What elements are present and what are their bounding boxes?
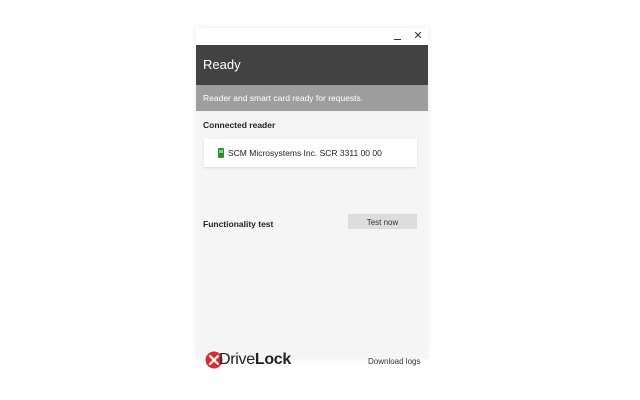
reader-card: SCM Microsystems Inc. SCR 3311 00 00 [204, 139, 417, 167]
minimize-button[interactable] [389, 28, 407, 45]
logo-text-drive: Drive [219, 351, 255, 368]
logo-text-lock: Lock [254, 351, 291, 368]
logo-wordmark: DriveLock [219, 350, 291, 370]
functionality-test-heading: Functionality test [203, 219, 274, 229]
title-bar: ✕ [196, 28, 428, 45]
status-message: Reader and smart card ready for requests… [196, 85, 428, 111]
smart-card-icon [218, 148, 224, 158]
download-logs-link[interactable]: Download logs [368, 357, 420, 366]
connected-reader-heading: Connected reader [203, 120, 276, 130]
close-icon: ✕ [413, 30, 423, 42]
close-button[interactable]: ✕ [409, 28, 427, 45]
status-title: Ready [196, 45, 428, 85]
reader-name: SCM Microsystems Inc. SCR 3311 00 00 [228, 148, 382, 158]
app-window: ✕ Ready Reader and smart card ready for … [196, 28, 428, 369]
main-content: Connected reader SCM Microsystems Inc. S… [196, 111, 428, 369]
test-now-button[interactable]: Test now [348, 214, 417, 229]
